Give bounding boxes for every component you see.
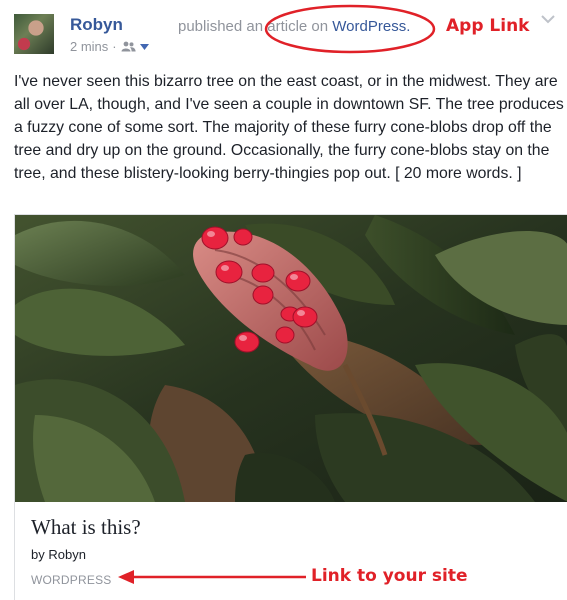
timestamp[interactable]: 2 mins	[70, 39, 108, 54]
app-link-highlight-ellipse	[264, 4, 436, 54]
card-image[interactable]	[15, 215, 567, 502]
chevron-down-icon[interactable]	[541, 14, 555, 24]
separator: ·	[112, 39, 117, 54]
site-link-annotation: Link to your site	[311, 566, 468, 586]
avatar[interactable]	[14, 14, 54, 54]
post-message: I've never seen this bizarro tree on the…	[14, 73, 564, 182]
author-name[interactable]: Robyn	[70, 15, 123, 35]
app-link-annotation: App Link	[446, 16, 530, 36]
link-card[interactable]: What is this? by Robyn WORDPRESS	[14, 214, 567, 600]
feed-post: Robyn 2 mins · published an article on W…	[0, 0, 567, 600]
magnolia-photo	[15, 215, 567, 502]
friends-icon[interactable]	[121, 41, 136, 52]
caret-down-icon[interactable]	[139, 43, 149, 50]
card-byline: by Robyn	[31, 547, 86, 562]
card-domain-link[interactable]: WORDPRESS	[31, 573, 111, 587]
post-meta: 2 mins ·	[70, 39, 149, 54]
card-title[interactable]: What is this?	[31, 515, 141, 540]
site-link-arrow	[118, 570, 306, 584]
